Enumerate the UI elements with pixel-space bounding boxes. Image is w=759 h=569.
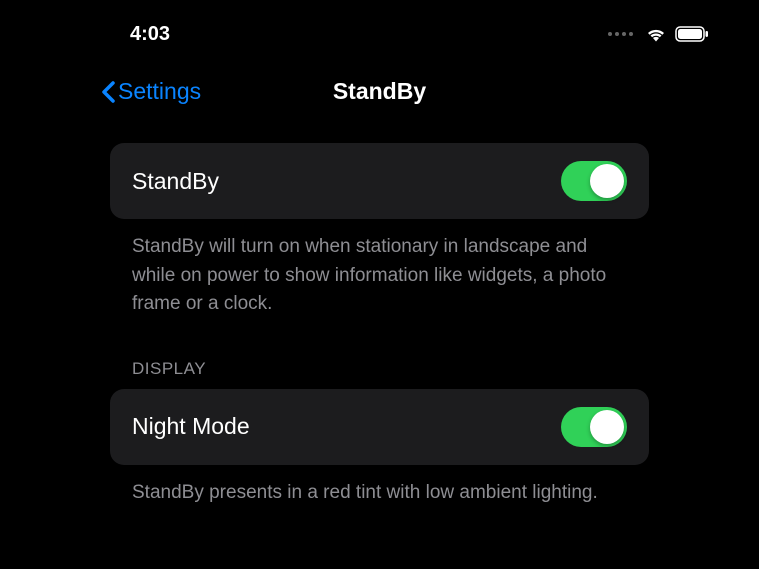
back-button[interactable]: Settings bbox=[100, 78, 201, 105]
standby-toggle-cell: StandBy bbox=[110, 143, 649, 219]
battery-icon bbox=[675, 26, 709, 42]
status-indicators bbox=[608, 26, 709, 42]
display-section-header: DISPLAY bbox=[110, 319, 649, 389]
cellular-dots-icon bbox=[608, 32, 633, 36]
status-bar: 4:03 bbox=[0, 0, 759, 50]
night-mode-footer-text: StandBy presents in a red tint with low … bbox=[110, 465, 649, 508]
toggle-knob bbox=[590, 164, 624, 198]
toggle-knob bbox=[590, 410, 624, 444]
page-title: StandBy bbox=[333, 78, 426, 105]
night-mode-toggle-cell: Night Mode bbox=[110, 389, 649, 465]
navigation-bar: Settings StandBy bbox=[0, 50, 759, 125]
wifi-icon bbox=[645, 26, 667, 42]
standby-toggle[interactable] bbox=[561, 161, 627, 201]
standby-footer-text: StandBy will turn on when stationary in … bbox=[110, 219, 649, 319]
chevron-left-icon bbox=[100, 80, 116, 104]
status-time: 4:03 bbox=[130, 23, 170, 46]
back-label: Settings bbox=[118, 78, 201, 105]
night-mode-label: Night Mode bbox=[132, 413, 250, 440]
standby-label: StandBy bbox=[132, 168, 219, 195]
night-mode-toggle[interactable] bbox=[561, 407, 627, 447]
content: StandBy StandBy will turn on when statio… bbox=[0, 125, 759, 507]
